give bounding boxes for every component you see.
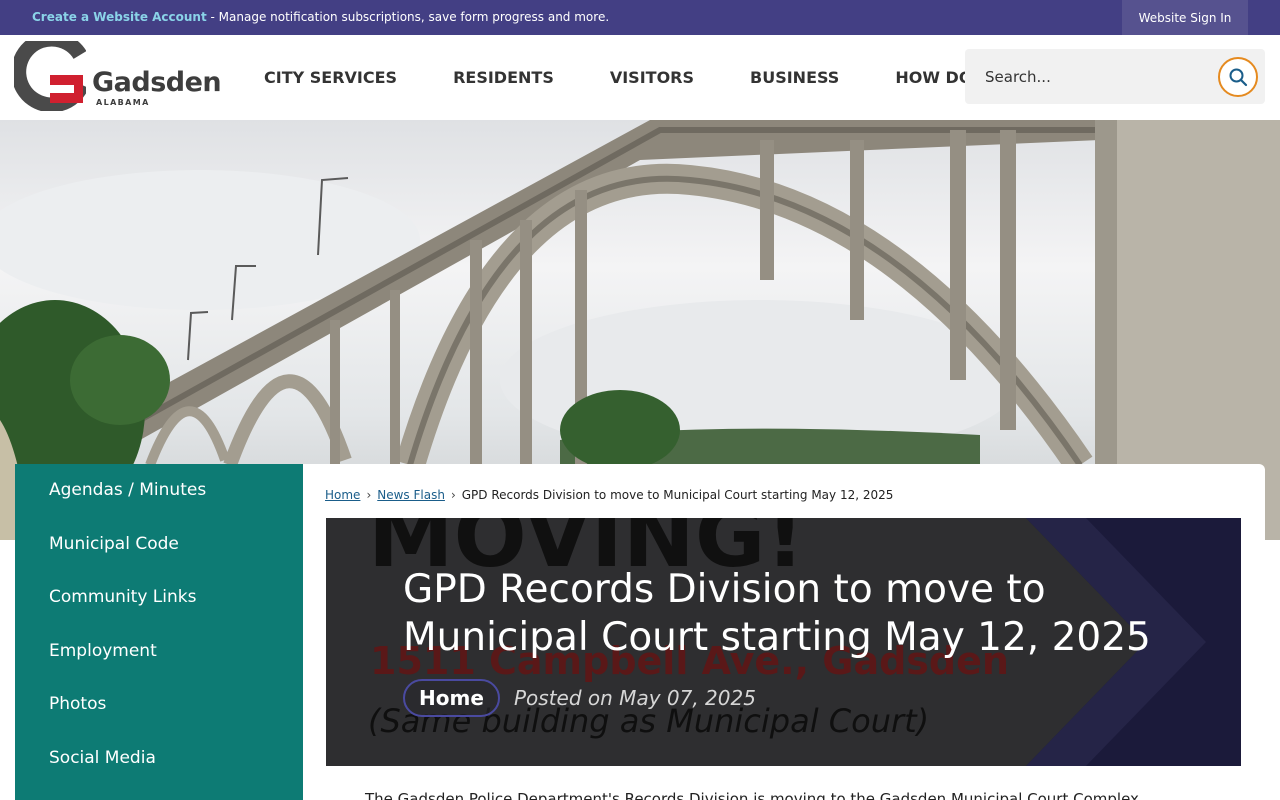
nav-city-services[interactable]: CITY SERVICES	[236, 68, 425, 87]
breadcrumb-separator: ›	[450, 488, 456, 502]
breadcrumb-news-flash[interactable]: News Flash	[377, 488, 445, 502]
main-navigation: CITY SERVICES RESIDENTS VISITORS BUSINES…	[236, 35, 1021, 120]
nav-visitors[interactable]: VISITORS	[582, 68, 722, 87]
search-input[interactable]	[965, 49, 1215, 104]
create-account-link[interactable]: Create a Website Account	[32, 10, 207, 24]
breadcrumb: Home › News Flash › GPD Records Division to …	[325, 488, 893, 502]
breadcrumb-home[interactable]: Home	[325, 488, 360, 502]
main-content: Home › News Flash › GPD Records Division to …	[303, 464, 1265, 800]
sidebar-item-employment[interactable]: Employment	[15, 625, 303, 679]
nav-business[interactable]: BUSINESS	[722, 68, 867, 87]
logo-wordmark: Gadsden	[92, 67, 222, 98]
article-title: GPD Records Division to move to Municipa…	[403, 567, 1151, 660]
site-header: Gadsden ALABAMA CITY SERVICES RESIDENTS …	[0, 35, 1280, 120]
sidebar-item-municipal-code[interactable]: Municipal Code	[15, 518, 303, 572]
article-body: The Gadsden Police Department's Records …	[365, 790, 1139, 800]
sidebar-item-agendas-minutes[interactable]: Agendas / Minutes	[15, 464, 303, 518]
search-button[interactable]	[1218, 57, 1258, 97]
search-icon	[1229, 68, 1248, 87]
nav-residents[interactable]: RESIDENTS	[425, 68, 582, 87]
sidebar-item-social-media[interactable]: Social Media	[15, 732, 303, 786]
gadsden-logo[interactable]: Gadsden ALABAMA	[14, 41, 222, 111]
breadcrumb-separator: ›	[366, 488, 372, 502]
article-banner: MOVING! 1511 Campbell Ave., Gadsden (Sam…	[326, 518, 1241, 766]
gadsden-g-icon	[14, 41, 86, 111]
account-message-text: - Manage notification subscriptions, sav…	[206, 10, 610, 24]
sidebar-item-photos[interactable]: Photos	[15, 678, 303, 732]
breadcrumb-current: GPD Records Division to move to Municipa…	[461, 488, 894, 502]
sidebar-menu: Agendas / Minutes Municipal Code Communi…	[15, 464, 303, 800]
site-search	[965, 49, 1265, 104]
logo-state: ALABAMA	[96, 98, 150, 107]
posted-date: Posted on May 07, 2025	[514, 686, 756, 710]
website-sign-in-button[interactable]: Website Sign In	[1122, 0, 1248, 35]
utility-bar: Create a Website Account - Manage notifi…	[0, 0, 1280, 35]
account-message: Create a Website Account - Manage notifi…	[32, 10, 609, 24]
sidebar-item-community-links[interactable]: Community Links	[15, 571, 303, 625]
category-badge[interactable]: Home	[403, 679, 500, 717]
